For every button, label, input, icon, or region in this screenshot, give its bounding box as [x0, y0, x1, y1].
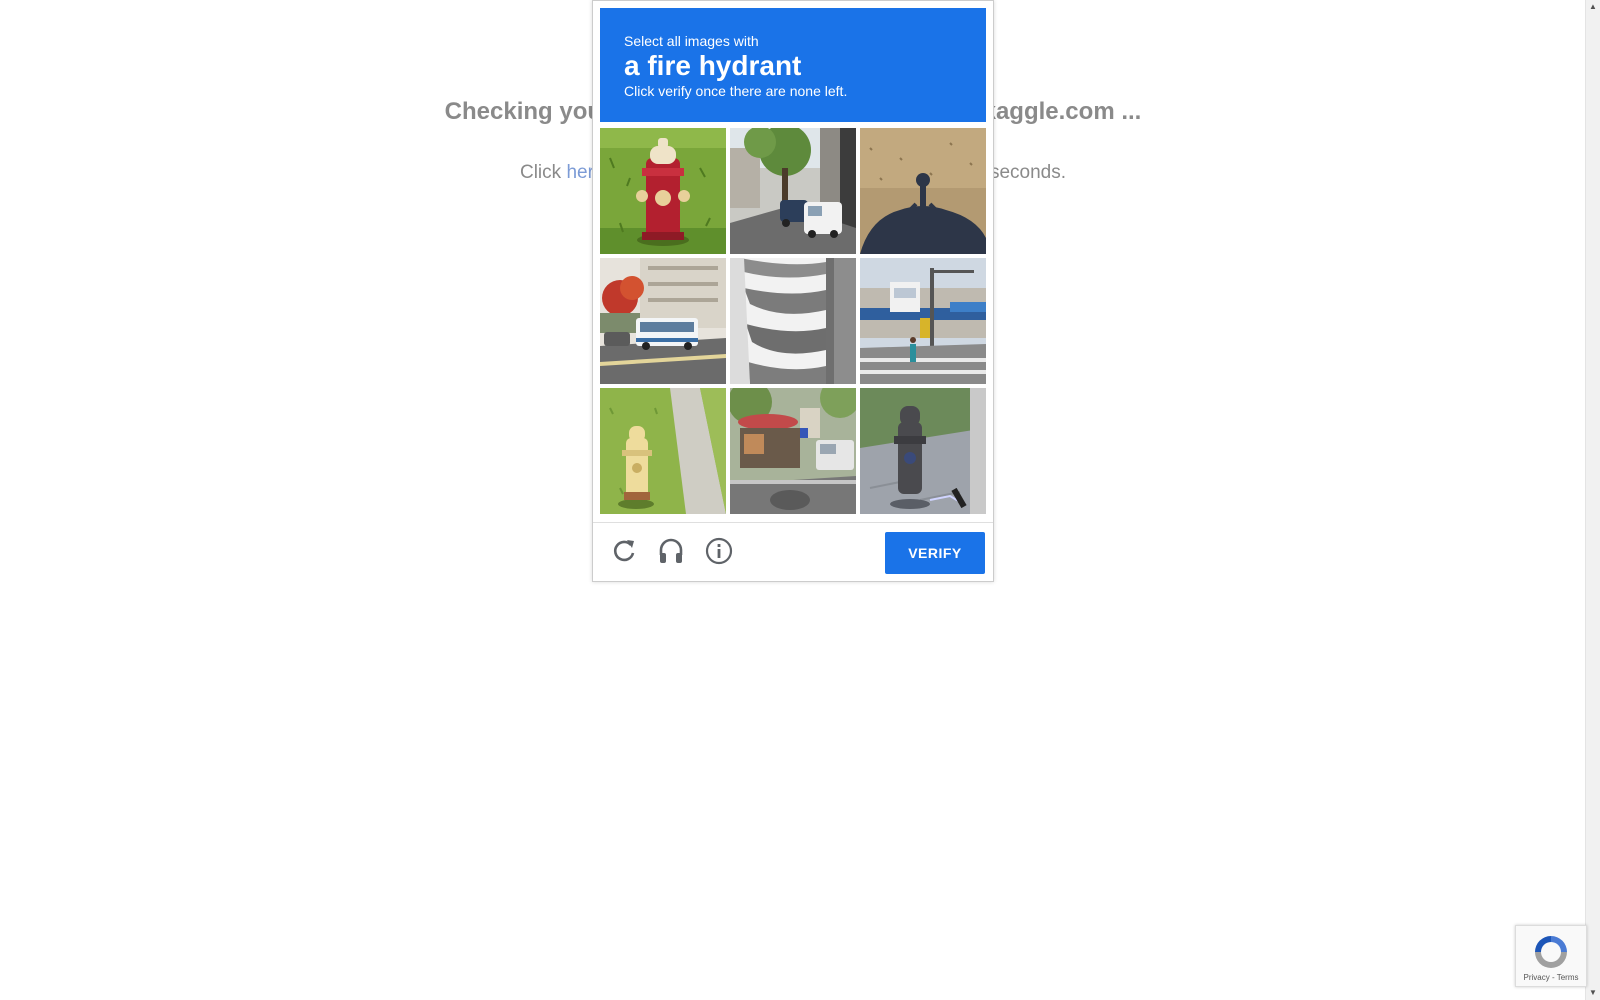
recaptcha-links[interactable]: Privacy - Terms	[1516, 973, 1586, 982]
captcha-tile-8[interactable]	[730, 388, 856, 514]
headphones-icon[interactable]	[656, 536, 686, 566]
tile-image	[730, 128, 856, 254]
captcha-target: a fire hydrant	[624, 50, 802, 81]
captcha-tile-4[interactable]	[600, 258, 726, 384]
captcha-header: Select all images with a fire hydrant Cl…	[600, 8, 986, 122]
captcha-instruction: Select all images with	[624, 33, 759, 49]
tile-image	[860, 388, 986, 514]
captcha-tile-5[interactable]	[730, 258, 856, 384]
scroll-down-icon[interactable]: ▼	[1586, 986, 1600, 1000]
captcha-image-grid	[600, 128, 986, 514]
redirect-prefix: Click	[519, 162, 567, 183]
page-scrollbar[interactable]: ▲ ▼	[1585, 0, 1600, 1000]
captcha-footer: VERIFY	[593, 522, 993, 581]
tile-image	[600, 258, 726, 384]
info-icon[interactable]	[704, 536, 734, 566]
captcha-tile-2[interactable]	[730, 128, 856, 254]
captcha-hint: Click verify once there are none left.	[624, 83, 848, 99]
recaptcha-badge[interactable]: Privacy - Terms	[1515, 925, 1587, 987]
captcha-dialog: Select all images with a fire hydrant Cl…	[592, 0, 994, 582]
captcha-tile-3[interactable]	[860, 128, 986, 254]
captcha-tile-1[interactable]	[600, 128, 726, 254]
scroll-up-icon[interactable]: ▲	[1586, 0, 1600, 14]
tile-image	[600, 128, 726, 254]
captcha-tile-9[interactable]	[860, 388, 986, 514]
captcha-tile-7[interactable]	[600, 388, 726, 514]
tile-image	[600, 388, 726, 514]
tile-image	[730, 388, 856, 514]
tile-image	[860, 128, 986, 254]
captcha-tile-6[interactable]	[860, 258, 986, 384]
recaptcha-logo-icon	[1535, 936, 1567, 968]
tile-image	[730, 258, 856, 384]
verify-button[interactable]: VERIFY	[885, 532, 985, 574]
reload-icon[interactable]	[609, 536, 639, 566]
tile-image	[860, 258, 986, 384]
